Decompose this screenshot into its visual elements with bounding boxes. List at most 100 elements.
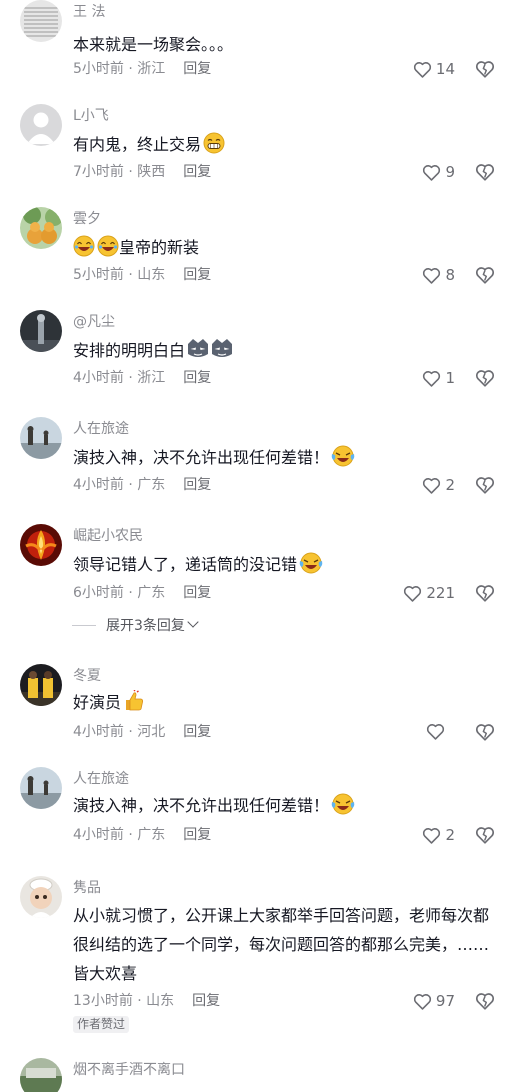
heart-icon — [423, 827, 441, 844]
cry-laugh-emoji-icon — [331, 793, 355, 824]
avatar[interactable] — [20, 664, 62, 706]
username[interactable]: 隽品 — [73, 878, 101, 898]
broken-heart-icon — [475, 267, 495, 284]
sly-emoji-icon — [187, 338, 209, 369]
expand-replies-label: 展开3条回复 — [106, 618, 185, 634]
heart-icon — [426, 724, 445, 740]
username[interactable]: 人在旅途 — [73, 419, 129, 439]
comment-text: 领导记错人了，递话筒的没记错 — [73, 550, 503, 583]
expand-replies-button[interactable]: 展开3条回复 — [72, 615, 199, 635]
comment-meta: 7小时前 · 陕西 回复 — [73, 164, 212, 180]
reply-button[interactable]: 回复 — [183, 585, 211, 601]
author-liked-badge: 作者赞过 — [73, 1016, 130, 1033]
comment-item: L小飞 有内鬼，终止交易 7小时前 · 陕西 回复 9 — [0, 104, 511, 194]
cry-laugh-emoji-icon — [331, 445, 355, 476]
avatar[interactable] — [20, 767, 62, 809]
comment-text: 好演员 — [73, 688, 503, 721]
dislike-button[interactable] — [474, 161, 496, 183]
comment-text: 皇帝的新装 — [73, 233, 503, 266]
like-count: 221 — [426, 584, 455, 602]
broken-heart-icon — [475, 827, 495, 844]
like-button[interactable]: 9 — [421, 161, 455, 183]
reply-button[interactable]: 回复 — [183, 164, 211, 180]
heart-icon — [423, 370, 441, 387]
avatar[interactable] — [20, 0, 62, 42]
comment-meta: 6小时前 · 广东 回复 — [73, 585, 212, 601]
avatar[interactable] — [20, 417, 62, 459]
comment-item: 烟不离手酒不离口 — [0, 1058, 511, 1092]
username[interactable]: 人在旅途 — [73, 769, 129, 789]
heart-icon — [404, 585, 422, 602]
comment-meta: 4小时前 · 广东 回复 — [73, 827, 212, 843]
like-button[interactable]: 8 — [421, 264, 455, 286]
dislike-button[interactable] — [474, 264, 496, 286]
comment-meta: 4小时前 · 浙江 回复 — [73, 370, 212, 386]
reply-button[interactable]: 回复 — [183, 61, 211, 77]
reply-button[interactable]: 回复 — [183, 477, 211, 493]
reply-button[interactable]: 回复 — [183, 827, 211, 843]
dislike-button[interactable] — [474, 367, 496, 389]
like-count: 9 — [445, 163, 455, 181]
dislike-button[interactable] — [474, 824, 496, 846]
like-button[interactable]: 2 — [421, 824, 455, 846]
avatar[interactable] — [20, 1058, 62, 1092]
comment-item: 人在旅途 演技入神，决不允许出现任何差错！ 4小时前 · 广东 回复 2 — [0, 767, 511, 857]
like-button[interactable]: 14 — [412, 58, 455, 80]
broken-heart-icon — [475, 477, 495, 494]
username[interactable]: 冬夏 — [73, 666, 101, 686]
comment-meta: 13小时前 · 山东 回复 — [73, 993, 221, 1009]
dislike-button[interactable] — [474, 721, 496, 743]
like-button[interactable]: 97 — [412, 990, 455, 1012]
like-count: 97 — [435, 992, 455, 1010]
reply-button[interactable]: 回复 — [192, 993, 220, 1009]
username[interactable]: L小飞 — [73, 106, 109, 126]
comment-item: 崛起小农民 领导记错人了，递话筒的没记错 6小时前 · 广东 回复 221 — [0, 524, 511, 614]
reply-button[interactable]: 回复 — [183, 370, 211, 386]
reply-button[interactable]: 回复 — [183, 724, 211, 740]
like-count: 1 — [445, 369, 455, 387]
comment-meta: 5小时前 · 浙江 回复 — [73, 61, 212, 77]
broken-heart-icon — [475, 61, 495, 78]
comment-text: 有内鬼，终止交易 — [73, 130, 503, 163]
avatar[interactable] — [20, 876, 62, 918]
comment-item: 隽品 从小就习惯了，公开课上大家都举手回答问题，老师每次都很纠结的选了一个同学，… — [0, 876, 511, 1046]
reply-button[interactable]: 回复 — [183, 267, 211, 283]
avatar[interactable] — [20, 207, 62, 249]
heart-icon — [423, 164, 441, 181]
username[interactable]: 烟不离手酒不离口 — [73, 1060, 185, 1080]
comment-item: 王 法 本来就是一场聚会。。。 5小时前 · 浙江 回复 14 — [0, 0, 511, 90]
comment-text: 安排的明明白白 — [73, 336, 503, 369]
username[interactable]: 王 法 — [73, 2, 105, 22]
comment-item: 雲夕 皇帝的新装 5小时前 · 山东 回复 8 — [0, 207, 511, 297]
thumbs-up-emoji-icon — [123, 689, 145, 721]
comment-meta: 5小时前 · 山东 回复 — [73, 267, 212, 283]
avatar[interactable] — [20, 310, 62, 352]
broken-heart-icon — [475, 370, 495, 387]
like-button[interactable]: 2 — [421, 474, 455, 496]
username[interactable]: 崛起小农民 — [73, 526, 143, 546]
dislike-button[interactable] — [474, 58, 496, 80]
sly-emoji-icon — [211, 338, 233, 369]
broken-heart-icon — [475, 724, 495, 741]
like-button[interactable]: 1 — [421, 367, 455, 389]
comment-item: 人在旅途 演技入神，决不允许出现任何差错！ 4小时前 · 广东 回复 2 — [0, 417, 511, 507]
username[interactable]: 雲夕 — [73, 209, 101, 229]
like-button[interactable] — [425, 721, 449, 742]
avatar[interactable] — [20, 104, 62, 146]
comment-text: 本来就是一场聚会。。。 — [73, 35, 234, 54]
dislike-button[interactable] — [474, 582, 496, 604]
broken-heart-icon — [475, 164, 495, 181]
like-count: 14 — [435, 60, 455, 78]
like-button[interactable]: 221 — [402, 582, 455, 604]
dislike-button[interactable] — [474, 990, 496, 1012]
username[interactable]: @凡尘 — [73, 312, 115, 332]
dislike-button[interactable] — [474, 474, 496, 496]
heart-icon — [413, 993, 431, 1010]
like-count: 2 — [445, 476, 455, 494]
avatar[interactable] — [20, 524, 62, 566]
comment-item: 冬夏 好演员 4小时前 · 河北 回复 — [0, 664, 511, 754]
comment-item: @凡尘 安排的明明白白 4小时前 · 浙江 回复 1 — [0, 310, 511, 400]
comment-text: 从小就习惯了，公开课上大家都举手回答问题，老师每次都很纠结的选了一个同学，每次问… — [73, 906, 490, 983]
laugh-emoji-icon — [73, 235, 95, 266]
broken-heart-icon — [475, 585, 495, 602]
